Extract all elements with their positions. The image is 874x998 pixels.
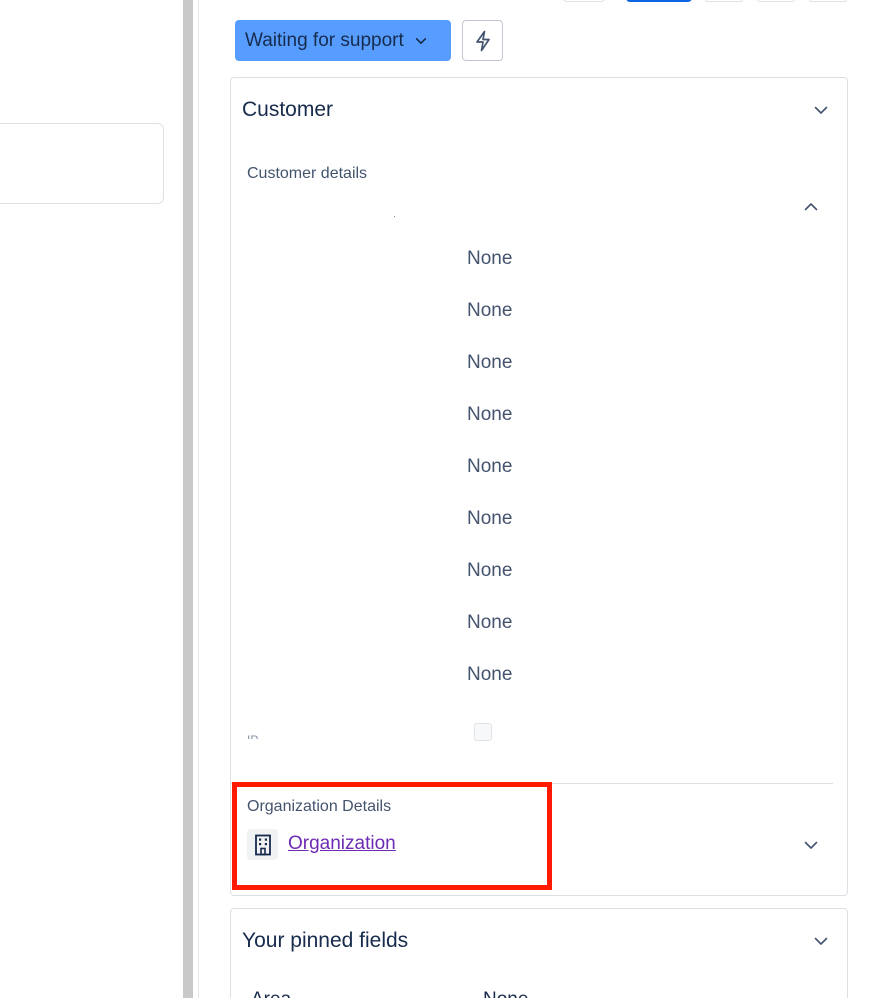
pinned-field-value: None (483, 989, 528, 998)
pane-resize-handle[interactable] (183, 0, 193, 998)
customer-details-label: Customer details (247, 165, 368, 182)
lightning-icon (475, 30, 490, 51)
field-value: None (467, 248, 513, 269)
pinned-fields-title: Your pinned fields (242, 929, 409, 952)
field-checkbox[interactable] (474, 723, 492, 741)
top-tab-3[interactable] (704, 0, 744, 2)
customer-card: Customer Customer details None None None… (230, 77, 848, 896)
partial-field-label: IP (247, 733, 273, 739)
field-value: None (467, 456, 513, 477)
top-tab-1[interactable] (563, 0, 605, 2)
chevron-down-icon[interactable] (813, 933, 829, 949)
building-icon (247, 829, 278, 860)
chevron-up-icon[interactable] (803, 199, 819, 215)
pinned-field-label: Area (251, 989, 291, 998)
left-input-box[interactable] (0, 123, 164, 204)
section-divider (231, 783, 833, 784)
field-value: None (467, 560, 513, 581)
field-value: None (467, 612, 513, 633)
status-dropdown-button[interactable]: Waiting for support (235, 20, 451, 61)
field-value: None (467, 300, 513, 321)
top-tab-active[interactable] (626, 0, 692, 2)
field-value: None (467, 404, 513, 425)
field-value: None (467, 508, 513, 529)
chevron-down-icon[interactable] (803, 837, 819, 853)
field-value: None (467, 664, 513, 685)
status-label: Waiting for support (245, 29, 404, 51)
pane-divider (198, 0, 199, 998)
organization-details-label: Organization Details (247, 798, 392, 815)
left-pane (0, 0, 180, 998)
field-value: None (467, 352, 513, 373)
top-tab-5[interactable] (808, 0, 848, 2)
automation-button[interactable] (462, 20, 503, 61)
chevron-down-icon[interactable] (813, 102, 829, 118)
separator-dot (394, 216, 395, 217)
chevron-down-icon (415, 37, 426, 44)
customer-card-title: Customer (242, 98, 334, 121)
organization-link[interactable]: Organization (288, 833, 396, 855)
top-tab-4[interactable] (756, 0, 796, 2)
pinned-fields-card: Your pinned fields Area None (230, 908, 848, 998)
